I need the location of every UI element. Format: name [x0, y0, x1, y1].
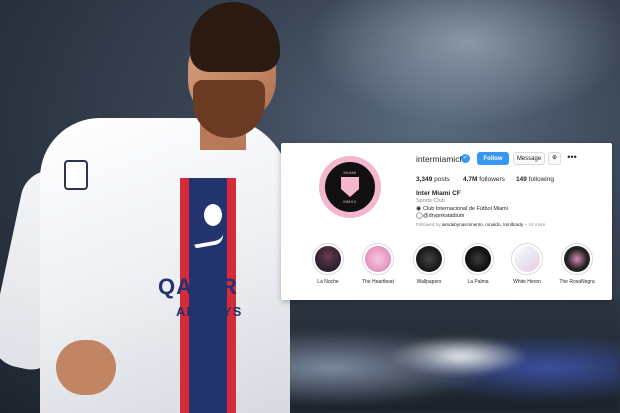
profile-username: intermiamicf	[416, 154, 462, 164]
highlight-thumbnail	[315, 246, 341, 272]
highlight-item[interactable]: La Noche	[302, 243, 354, 285]
highlight-thumbnail	[465, 246, 491, 272]
inter-miami-logo-icon: MIAMI MMXX	[323, 160, 377, 214]
highlight-thumbnail	[514, 246, 540, 272]
story-highlights: La Noche The Heartbeat Wallpapers La Pal…	[281, 243, 612, 293]
highlight-item[interactable]: The Heartbeat	[352, 243, 404, 285]
instagram-profile-card: MIAMI MMXX intermiamicf ✓ Follow Message…	[281, 143, 612, 300]
message-button[interactable]: Message	[513, 152, 545, 165]
highlight-label: The RosaNegra	[559, 279, 595, 285]
followers-count[interactable]: 4.7M followers	[463, 176, 505, 183]
highlight-item[interactable]: White Heron	[501, 243, 553, 285]
club-crest-icon	[202, 202, 224, 228]
stadium-lights	[280, 0, 620, 140]
highlight-label: White Heron	[513, 279, 541, 285]
more-options-icon[interactable]: •••	[566, 151, 578, 164]
verified-badge-icon: ✓	[461, 154, 470, 163]
highlight-thumbnail	[365, 246, 391, 272]
profile-display-name: Inter Miami CF	[416, 190, 461, 197]
highlight-label: La Palma	[467, 279, 489, 285]
shirt-sponsor-text: QATAR	[158, 274, 238, 299]
player-photo: QATAR AIRWAYS	[0, 0, 290, 413]
posts-count[interactable]: 3,349 posts	[416, 176, 450, 183]
player-hand	[56, 340, 116, 395]
heron-shield-icon	[341, 177, 359, 197]
bio-link-line[interactable]: ◯@drvpnkstadium	[416, 212, 464, 219]
at-mention-icon: ◯	[416, 213, 423, 219]
highlight-item[interactable]: The RosaNegra	[551, 243, 603, 285]
bio-club-line: ◉ Club Internacional de Fútbol Miami	[416, 206, 508, 212]
suggested-accounts-icon[interactable]: ⊕	[548, 152, 561, 165]
logo-year-text: MMXX	[343, 199, 357, 204]
follow-button[interactable]: Follow	[477, 152, 509, 165]
following-count[interactable]: 149 following	[516, 176, 554, 183]
logo-ring-text: MIAMI	[343, 170, 357, 175]
highlight-item[interactable]: Wallpapers	[403, 243, 455, 285]
location-icon: ◉	[416, 206, 422, 212]
highlight-thumbnail	[416, 246, 442, 272]
profile-category: Sports Club	[416, 198, 445, 204]
profile-avatar[interactable]: MIAMI MMXX	[319, 156, 381, 218]
followed-by-text[interactable]: Followed by iamdebynascimento, ronaldo, …	[416, 222, 545, 227]
league-patch	[64, 160, 88, 190]
highlight-thumbnail	[564, 246, 590, 272]
highlight-label: Wallpapers	[416, 279, 442, 285]
player-hair	[190, 2, 280, 72]
highlight-label: La Noche	[317, 279, 339, 285]
shirt-sponsor-subtext: AIRWAYS	[176, 304, 243, 319]
highlight-label: The Heartbeat	[362, 279, 394, 285]
highlight-item[interactable]: La Palma	[452, 243, 504, 285]
blurred-crowd	[260, 300, 620, 413]
